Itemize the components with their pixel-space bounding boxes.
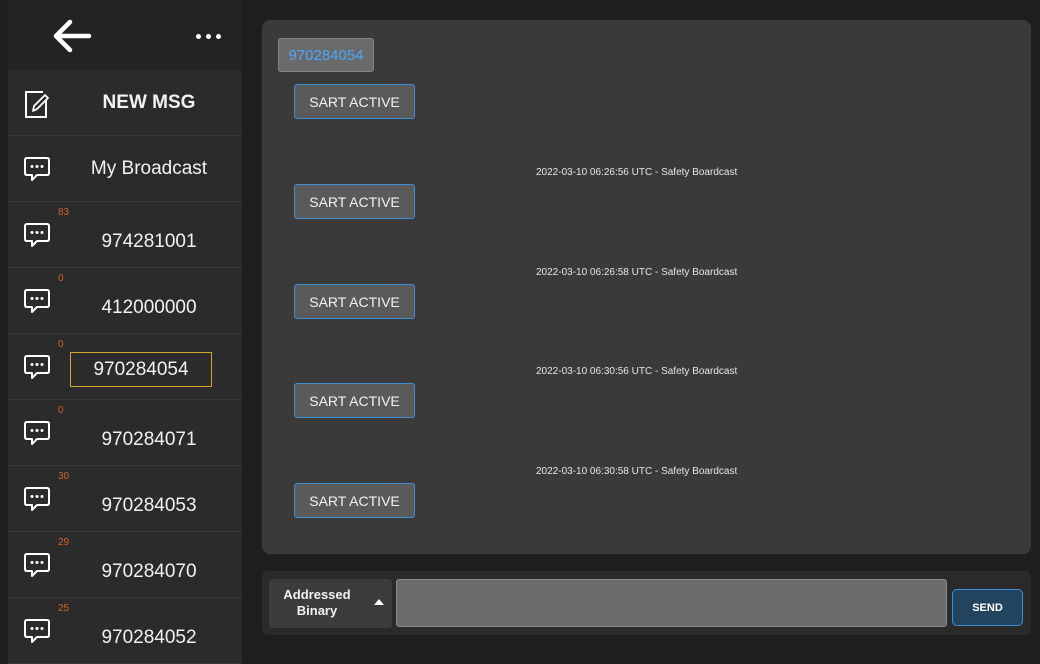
sidebar-item-label: 970284052 xyxy=(101,626,197,648)
sidebar-item-label: 970284053 xyxy=(101,494,197,516)
sidebar-item-412000000[interactable]: 0 412000000 xyxy=(8,268,242,334)
caret-up-icon xyxy=(374,599,384,605)
unread-count: 0 xyxy=(58,273,64,284)
message-type-line1: Addressed xyxy=(283,587,351,602)
unread-count: 83 xyxy=(58,207,70,218)
send-button[interactable]: SEND xyxy=(952,589,1023,626)
unread-count: 29 xyxy=(58,537,70,548)
compose-bar: Addressed Binary SEND xyxy=(262,571,1031,635)
sidebar-item-970284054[interactable]: 0 970284054 xyxy=(8,334,242,400)
chat-bubble-icon xyxy=(23,552,51,578)
message-timestamp: 2022-03-10 06:26:56 UTC - Safety Boardca… xyxy=(536,167,738,178)
message-panel: 970284054 SART ACTIVE 2022-03-10 06:26:56… xyxy=(262,20,1031,554)
sidebar-item-970284053[interactable]: 30 970284053 xyxy=(8,466,242,532)
sidebar-topbar xyxy=(8,0,242,70)
sidebar-item-label: 970284070 xyxy=(101,560,197,582)
unread-count: 30 xyxy=(58,471,70,482)
message-input[interactable] xyxy=(396,579,947,627)
chat-bubble-icon xyxy=(23,288,51,314)
sidebar-item-970284071[interactable]: 0 970284071 xyxy=(8,400,242,466)
message-type-select[interactable]: Addressed Binary xyxy=(269,579,392,628)
chat-bubble-icon xyxy=(23,486,51,512)
compose-icon xyxy=(25,91,49,118)
message-timestamp: 2022-03-10 06:26:58 UTC - Safety Boardca… xyxy=(536,267,738,278)
message-timestamp: 2022-03-10 06:30:58 UTC - Safety Boardca… xyxy=(536,466,738,477)
message-bubble[interactable]: SART ACTIVE xyxy=(294,483,415,518)
sidebar-item-label: 412000000 xyxy=(101,296,197,318)
conversation-sidebar: NEW MSG My Broadcast 83 974281001 0 41200000… xyxy=(8,0,242,664)
contact-tag[interactable]: 970284054 xyxy=(278,38,374,72)
sidebar-item-label: 970284054 xyxy=(70,352,212,387)
sidebar-item-label: 970284071 xyxy=(101,428,197,450)
chat-bubble-icon xyxy=(23,420,51,446)
unread-count: 0 xyxy=(58,339,64,350)
new-msg-label: NEW MSG xyxy=(102,91,196,113)
chat-bubble-icon xyxy=(23,618,51,644)
sidebar-item-label: My Broadcast xyxy=(90,157,208,179)
chat-bubble-icon xyxy=(23,156,51,182)
message-bubble[interactable]: SART ACTIVE xyxy=(294,383,415,418)
back-button[interactable] xyxy=(46,16,98,56)
unread-count: 25 xyxy=(58,603,70,614)
chat-bubble-icon xyxy=(23,354,51,380)
sidebar-item-970284052[interactable]: 25 970284052 xyxy=(8,598,242,664)
more-options-button[interactable] xyxy=(188,22,228,50)
message-bubble[interactable]: SART ACTIVE xyxy=(294,184,415,219)
more-dots-icon xyxy=(195,33,201,39)
message-timestamp: 2022-03-10 06:30:56 UTC - Safety Boardca… xyxy=(536,366,738,377)
sidebar-item-my-broadcast[interactable]: My Broadcast xyxy=(8,136,242,202)
chat-bubble-icon xyxy=(23,222,51,248)
new-message-button[interactable]: NEW MSG xyxy=(8,70,242,136)
message-bubble[interactable]: SART ACTIVE xyxy=(294,84,415,119)
message-type-line2: Binary xyxy=(296,603,338,618)
unread-count: 0 xyxy=(58,405,64,416)
arrow-left-icon xyxy=(53,19,92,53)
sidebar-item-974281001[interactable]: 83 974281001 xyxy=(8,202,242,268)
message-bubble[interactable]: SART ACTIVE xyxy=(294,284,415,319)
sidebar-item-label: 974281001 xyxy=(101,230,197,252)
sidebar-item-970284070[interactable]: 29 970284070 xyxy=(8,532,242,598)
